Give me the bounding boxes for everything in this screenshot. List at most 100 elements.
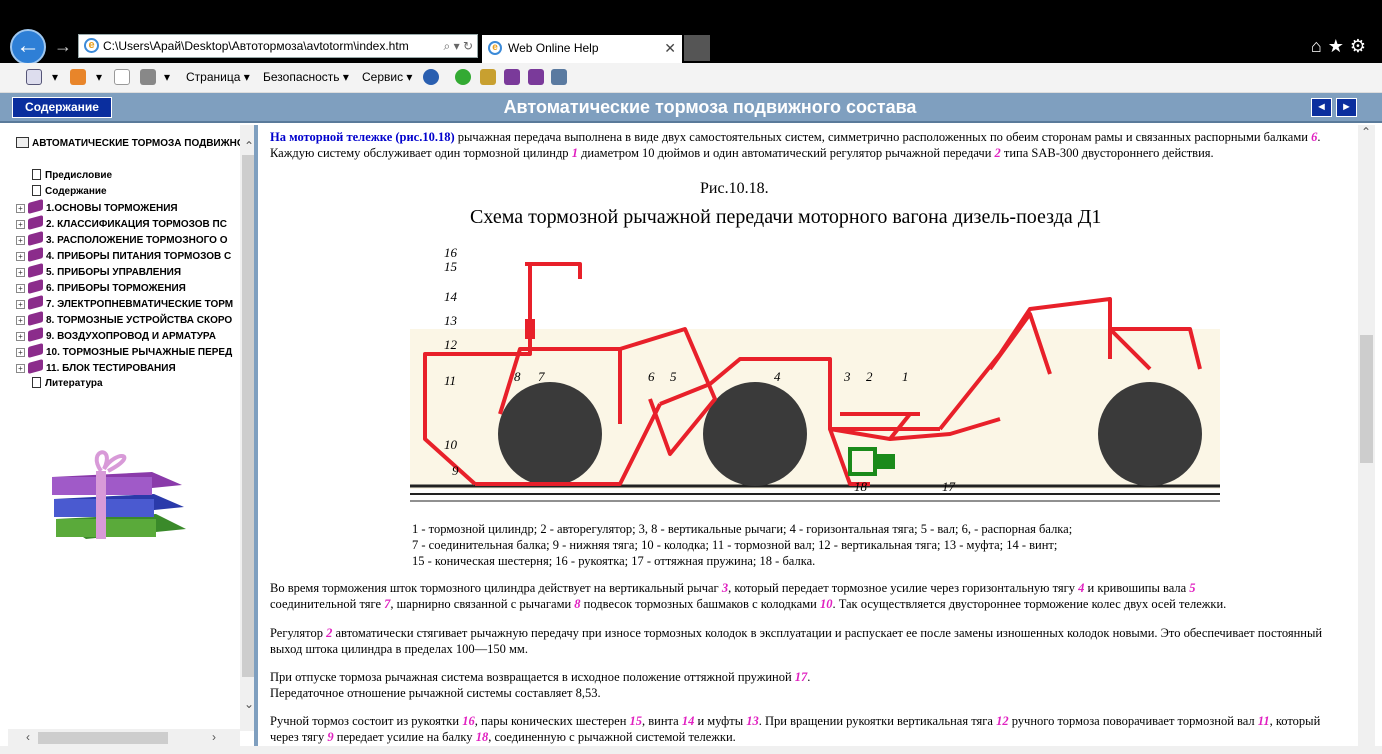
toc-item[interactable]: +4. ПРИБОРЫ ПИТАНИЯ ТОРМОЗОВ С [16, 246, 231, 265]
page-icon [32, 377, 41, 388]
help-icon[interactable] [423, 69, 439, 85]
expand-icon[interactable]: + [16, 332, 25, 341]
scroll-right-icon[interactable]: › [212, 730, 216, 744]
book-open-icon [16, 137, 29, 148]
page-menu[interactable]: Страница ▾ [186, 70, 250, 84]
close-tab-icon[interactable]: ✕ [664, 35, 676, 61]
back-button[interactable]: ← [10, 29, 46, 65]
toc-vertical-scrollbar[interactable]: ⌃ ⌄ [240, 125, 254, 731]
home-favorites-settings-icons[interactable]: ⌂★⚙ [1311, 36, 1372, 57]
expand-icon[interactable]: + [16, 316, 25, 325]
toc-item[interactable]: Предисловие [16, 169, 112, 185]
scroll-up-icon[interactable]: ⌃ [244, 139, 254, 153]
brake-linkage-diagram: 16 15 14 13 12 11 10 9 8 7 6 5 4 3 2 1 1… [410, 239, 1220, 514]
expand-icon[interactable]: + [16, 220, 25, 229]
diagram-label: 4 [774, 369, 781, 384]
scrollbar-thumb[interactable] [38, 732, 168, 744]
expand-icon[interactable]: + [16, 348, 25, 357]
expand-icon[interactable]: + [16, 204, 25, 213]
expand-icon[interactable]: + [16, 300, 25, 309]
rss-icon[interactable] [70, 69, 86, 85]
book-icon [28, 214, 43, 231]
tab-title: Web Online Help [508, 41, 599, 55]
expand-icon[interactable]: + [16, 268, 25, 277]
home-icon[interactable] [26, 69, 42, 85]
diagram-label: 8 [514, 369, 521, 384]
book-icon [28, 310, 43, 327]
contents-button[interactable]: Содержание [12, 97, 112, 118]
service-menu[interactable]: Сервис ▾ [362, 70, 412, 84]
address-text: C:\Users\Арай\Desktop\Автотормоза\avtoto… [103, 39, 409, 53]
prev-page-button[interactable]: ◄ [1311, 98, 1332, 117]
toc-item[interactable]: Литература [16, 377, 103, 393]
diagram-label: 7 [538, 369, 545, 384]
toc-item[interactable]: +11. БЛОК ТЕСТИРОВАНИЯ [16, 358, 176, 377]
browser-tab[interactable]: e Web Online Help ✕ [482, 35, 682, 63]
rss-dropdown-icon[interactable]: ▾ [96, 70, 102, 84]
diagram-label: 11 [444, 373, 456, 388]
expand-icon[interactable]: + [16, 284, 25, 293]
toc-item[interactable]: +8. ТОРМОЗНЫЕ УСТРОЙСТВА СКОРО [16, 310, 232, 329]
print-icon[interactable] [140, 69, 156, 85]
scrollbar-thumb[interactable] [242, 155, 254, 677]
diagram-label: 13 [444, 313, 458, 328]
onenote-icon[interactable] [528, 69, 544, 85]
toc-item[interactable]: +3. РАСПОЛОЖЕНИЕ ТОРМОЗНОГО О [16, 230, 227, 249]
figure-link[interactable]: На моторной тележке (рис.10.18) [270, 130, 455, 144]
page-title: Автоматические тормоза подвижного состав… [503, 97, 917, 117]
wheel [1098, 382, 1202, 486]
figure-title: Схема тормозной рычажной передачи моторн… [470, 206, 1102, 228]
toc-item[interactable]: +10. ТОРМОЗНЫЕ РЫЧАЖНЫЕ ПЕРЕД [16, 342, 232, 361]
book-icon [28, 246, 43, 263]
content-vertical-scrollbar[interactable]: ⌃ [1358, 125, 1375, 746]
toc-item[interactable]: +2. КЛАССИФИКАЦИЯ ТОРМОЗОВ ПС [16, 214, 227, 233]
address-bar[interactable]: e C:\Users\Арай\Desktop\Автотормоза\avto… [78, 34, 478, 58]
scrollbar-thumb[interactable] [1360, 335, 1373, 463]
scroll-down-icon[interactable]: ⌄ [244, 697, 254, 711]
expand-icon[interactable]: + [16, 252, 25, 261]
toc-horizontal-scrollbar[interactable]: ‹ › [8, 729, 240, 746]
search-refresh-icons[interactable]: ⌕ ▾ ↻ [444, 35, 473, 57]
paragraph: На моторной тележке (рис.10.18) рычажная… [270, 130, 1321, 160]
scroll-up-icon[interactable]: ⌃ [1361, 125, 1371, 139]
toc-item[interactable]: +7. ЭЛЕКТРОПНЕВМАТИЧЕСКИЕ ТОРМ [16, 294, 233, 313]
print-dropdown-icon[interactable]: ▾ [164, 70, 170, 84]
diagram-label: 14 [444, 289, 458, 304]
next-page-button[interactable]: ► [1336, 98, 1357, 117]
expand-icon[interactable]: + [16, 236, 25, 245]
book-icon [28, 358, 43, 375]
diagram-label: 16 [444, 245, 458, 260]
addon-icon[interactable] [455, 69, 471, 85]
ie-icon: e [84, 38, 99, 53]
status-strip [0, 746, 1382, 754]
book-icon [28, 198, 43, 215]
security-menu[interactable]: Безопасность ▾ [263, 70, 349, 84]
onenote-icon[interactable] [504, 69, 520, 85]
forward-button[interactable]: → [54, 36, 72, 57]
wheel [498, 382, 602, 486]
expand-icon[interactable]: + [16, 364, 25, 373]
diagram-label: 12 [444, 337, 458, 352]
toc-item[interactable]: +9. ВОЗДУХОПРОВОД И АРМАТУРА [16, 326, 216, 345]
figure-legend: 1 - тормозной цилиндр; 2 - авторегулятор… [412, 522, 1073, 568]
books-illustration [52, 450, 186, 539]
toc-tree: АВТОМАТИЧЕСКИЕ ТОРМОЗА ПОДВИЖНОГО Предис… [8, 125, 240, 731]
diagram-label: 2 [866, 369, 873, 384]
addon-icon[interactable] [480, 69, 496, 85]
toc-root[interactable]: АВТОМАТИЧЕСКИЕ ТОРМОЗА ПОДВИЖНОГО [16, 137, 240, 149]
page-icon [32, 185, 41, 196]
mail-icon[interactable] [114, 69, 130, 85]
paragraph: Ручной тормоз состоит из рукоятки 16, па… [270, 714, 1321, 744]
diagram-label: 15 [444, 259, 458, 274]
diagram-label: 6 [648, 369, 655, 384]
scroll-left-icon[interactable]: ‹ [26, 730, 30, 744]
page-icon [32, 169, 41, 180]
toc-pane: АВТОМАТИЧЕСКИЕ ТОРМОЗА ПОДВИЖНОГО Предис… [8, 125, 258, 746]
book-icon [28, 278, 43, 295]
diagram-label: 18 [854, 479, 868, 494]
new-tab-button[interactable] [684, 35, 710, 61]
research-icon[interactable] [551, 69, 567, 85]
ie-icon: e [488, 41, 502, 55]
home-dropdown-icon[interactable]: ▾ [52, 70, 58, 84]
toc-item[interactable]: Содержание [16, 185, 107, 201]
